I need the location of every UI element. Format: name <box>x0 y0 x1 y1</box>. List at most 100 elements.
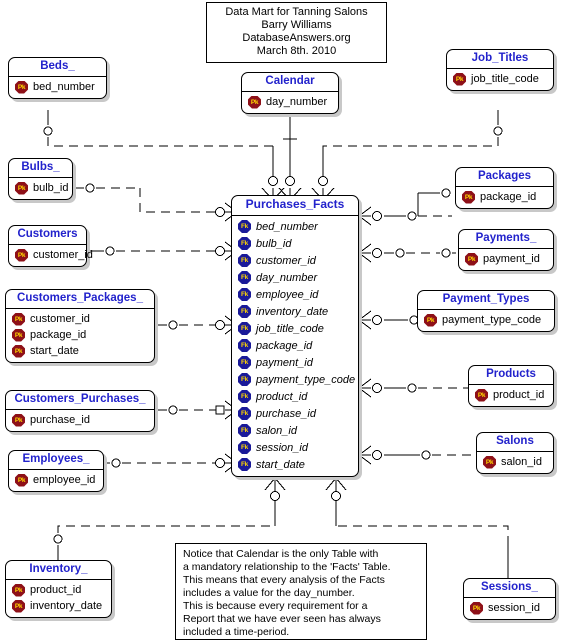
entity-payment-types[interactable]: Payment_Types Pk payment_type_code <box>417 290 555 332</box>
pk-icon: Pk <box>12 583 25 597</box>
diagram-note: Notice that Calendar is the only Table w… <box>175 543 427 640</box>
attribute-name: inventory_date <box>256 305 329 318</box>
fk-icon: Fk <box>238 254 251 267</box>
entity-customers-purchases[interactable]: Customers_Purchases_ Pk purchase_id <box>5 390 155 432</box>
pk-icon: Pk <box>12 344 25 358</box>
attribute-name: job_title_code <box>256 322 324 335</box>
attribute-list-purchases-facts: Fk bed_number Fk bulb_id Fk customer_id … <box>232 216 358 476</box>
note-line-3: This means that every analysis of the Fa… <box>183 574 385 586</box>
fk-icon: Fk <box>238 407 251 420</box>
er-diagram-canvas: Data Mart for Tanning Salons Barry Willi… <box>0 0 563 642</box>
pk-icon: Pk <box>424 313 437 327</box>
title-line-1: Data Mart for Tanning Salons <box>225 6 368 18</box>
pk-icon: Pk <box>12 413 25 427</box>
entity-title-inventory: Inventory_ <box>6 561 111 580</box>
attribute-name: job_title_code <box>471 73 539 85</box>
pk-icon: Pk <box>465 252 478 266</box>
entity-beds[interactable]: Beds_ Pk bed_number <box>8 57 107 99</box>
fk-icon: Fk <box>238 373 251 386</box>
fk-icon: Fk <box>238 458 251 471</box>
entity-title-employees: Employees_ <box>9 451 103 470</box>
attribute-list-products: Pk product_id <box>469 385 553 406</box>
attribute-name: product_id <box>30 584 82 596</box>
attribute-row: Pk session_id <box>468 600 551 616</box>
attribute-row: Fk package_id <box>236 337 354 354</box>
attribute-row: Fk bed_number <box>236 218 354 235</box>
attribute-list-bulbs: Pk bulb_id <box>9 178 72 199</box>
attribute-row: Pk product_id <box>10 582 107 598</box>
attribute-name: payment_id <box>483 253 540 265</box>
entity-employees[interactable]: Employees_ Pk employee_id <box>8 450 104 492</box>
fk-icon: Fk <box>238 339 251 352</box>
entity-calendar[interactable]: Calendar Pk day_number <box>241 72 339 114</box>
attribute-row: Pk inventory_date <box>10 598 107 614</box>
entity-job-titles[interactable]: Job_Titles Pk job_title_code <box>446 49 554 91</box>
fk-icon: Fk <box>238 390 251 403</box>
note-line-4: includes a value for the day_number. <box>183 587 355 599</box>
attribute-row: Pk job_title_code <box>451 71 549 87</box>
fk-icon: Fk <box>238 220 251 233</box>
pk-icon: Pk <box>15 473 28 487</box>
attribute-name: customer_id <box>30 313 90 325</box>
attribute-name: bed_number <box>33 81 95 93</box>
entity-bulbs[interactable]: Bulbs_ Pk bulb_id <box>8 158 73 200</box>
pk-icon: Pk <box>15 80 28 94</box>
attribute-list-job-titles: Pk job_title_code <box>447 69 553 90</box>
attribute-row: Fk job_title_code <box>236 320 354 337</box>
attribute-row: Fk salon_id <box>236 422 354 439</box>
title-line-4: March 8th. 2010 <box>256 45 337 57</box>
entity-purchases-facts[interactable]: Purchases_Facts Fk bed_number Fk bulb_id… <box>231 195 359 477</box>
fk-icon: Fk <box>238 237 251 250</box>
entity-sessions[interactable]: Sessions_ Pk session_id <box>463 578 556 620</box>
attribute-row: Pk customer_id <box>13 247 93 263</box>
attribute-list-customers-packages: Pk customer_id Pk package_id Pk start_da… <box>6 309 154 362</box>
entity-title-customers: Customers <box>9 226 86 245</box>
fk-icon: Fk <box>238 441 251 454</box>
note-line-5: This is because every requirement for a <box>183 600 368 612</box>
attribute-name: product_id <box>493 389 545 401</box>
attribute-row: Fk bulb_id <box>236 235 354 252</box>
attribute-name: employee_id <box>33 474 96 486</box>
attribute-row: Fk payment_type_code <box>236 371 355 388</box>
entity-title-payments: Payments_ <box>459 230 553 249</box>
note-line-1: Notice that Calendar is the only Table w… <box>183 548 379 560</box>
attribute-name: package_id <box>256 339 313 352</box>
attribute-row: Fk employee_id <box>236 286 354 303</box>
attribute-name: inventory_date <box>30 600 103 612</box>
pk-icon: Pk <box>12 312 25 326</box>
attribute-row: Fk session_id <box>236 439 354 456</box>
entity-title-products: Products <box>469 366 553 385</box>
entity-inventory[interactable]: Inventory_ Pk product_id Pk inventory_da… <box>5 560 112 618</box>
entity-customers[interactable]: Customers Pk customer_id <box>8 225 93 267</box>
entity-payments[interactable]: Payments_ Pk payment_id <box>458 229 554 271</box>
entity-title-purchases-facts: Purchases_Facts <box>232 196 358 216</box>
attribute-name: purchase_id <box>30 414 90 426</box>
entity-salons[interactable]: Salons Pk salon_id <box>476 432 554 474</box>
attribute-name: product_id <box>256 390 308 403</box>
attribute-row: Pk package_id <box>460 189 549 205</box>
attribute-row: Pk package_id <box>10 327 150 343</box>
entity-customers-packages[interactable]: Customers_Packages_ Pk customer_id Pk pa… <box>5 289 155 363</box>
attribute-name: start_date <box>256 458 305 471</box>
entity-packages[interactable]: Packages Pk package_id <box>455 167 554 209</box>
pk-icon: Pk <box>15 181 28 195</box>
attribute-name: bulb_id <box>33 182 69 194</box>
attribute-row: Pk start_date <box>10 343 150 359</box>
entity-title-customers-purchases: Customers_Purchases_ <box>6 391 154 410</box>
entity-products[interactable]: Products Pk product_id <box>468 365 554 407</box>
attribute-name: day_number <box>256 271 318 284</box>
attribute-list-salons: Pk salon_id <box>477 452 553 473</box>
attribute-list-employees: Pk employee_id <box>9 470 103 491</box>
attribute-row: Fk inventory_date <box>236 303 354 320</box>
attribute-name: payment_id <box>256 356 313 369</box>
entity-title-payment-types: Payment_Types <box>418 291 554 310</box>
diagram-title-block: Data Mart for Tanning Salons Barry Willi… <box>206 2 387 63</box>
attribute-name: customer_id <box>33 249 93 261</box>
title-line-2: Barry Williams <box>261 19 332 31</box>
fk-icon: Fk <box>238 271 251 284</box>
attribute-name: session_id <box>488 602 540 614</box>
attribute-list-customers-purchases: Pk purchase_id <box>6 410 154 431</box>
entity-title-bulbs: Bulbs_ <box>9 159 72 178</box>
entity-title-sessions: Sessions_ <box>464 579 555 598</box>
attribute-name: package_id <box>30 329 87 341</box>
